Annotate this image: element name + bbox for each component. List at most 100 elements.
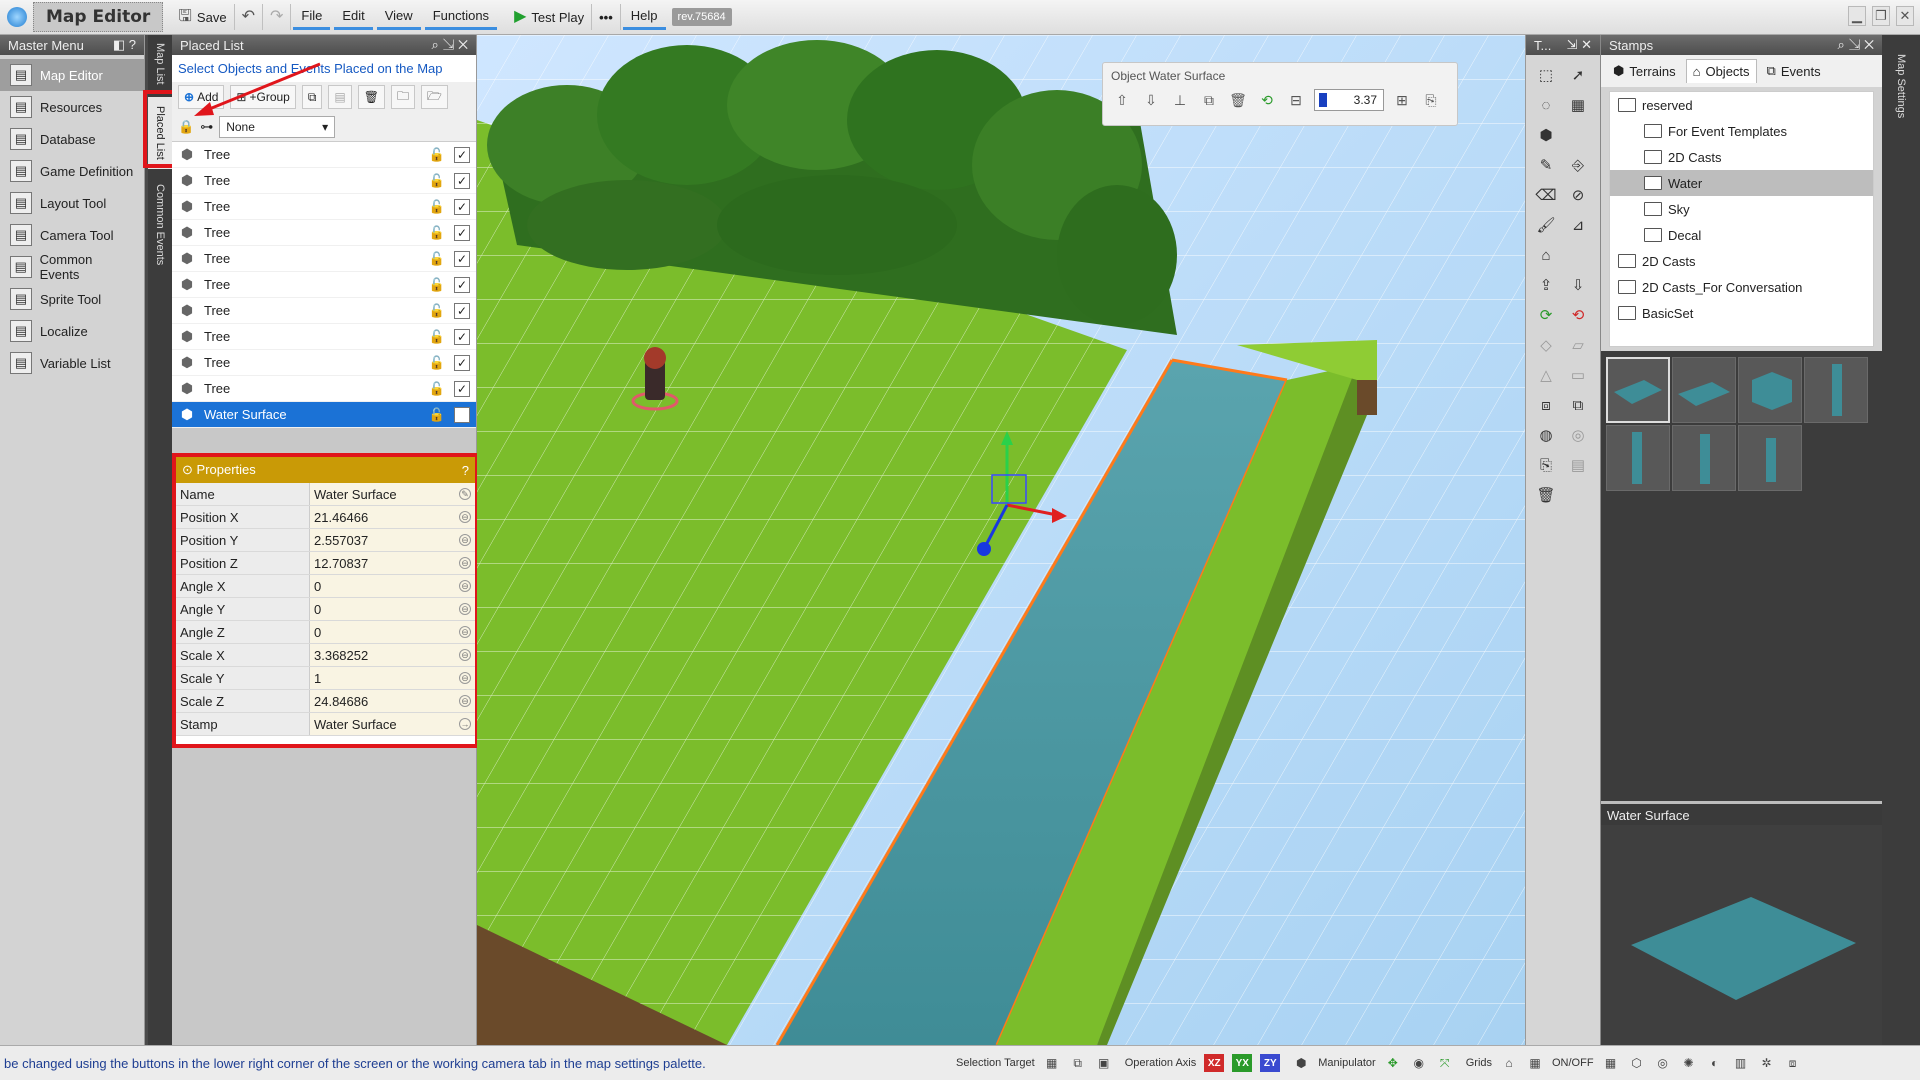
copy-icon[interactable]: ⎘ xyxy=(1532,451,1560,479)
tab-terrains[interactable]: ⬢ Terrains xyxy=(1607,59,1682,83)
stamp-thumb[interactable] xyxy=(1738,357,1802,423)
redo-button[interactable]: ↷ xyxy=(263,4,292,30)
grid-toggle-icon[interactable]: ▦ xyxy=(1602,1054,1620,1072)
master-menu-item[interactable]: ▤ Resources xyxy=(0,91,144,123)
eraser-icon[interactable]: ⌫ xyxy=(1532,181,1560,209)
stamp-thumb[interactable] xyxy=(1738,425,1802,491)
paste-button[interactable]: ▤ xyxy=(328,85,352,109)
lower-icon[interactable]: ⇩ xyxy=(1564,271,1592,299)
placed-list-item[interactable]: ⬢ Tree 🔓 ✓ xyxy=(172,168,476,194)
folder-button[interactable]: 🗀 xyxy=(391,85,416,109)
minus-icon[interactable]: ⊟ xyxy=(1285,89,1307,111)
more-button[interactable]: ••• xyxy=(592,4,621,30)
stamp-thumb[interactable] xyxy=(1804,357,1868,423)
visibility-checkbox[interactable]: ✓ xyxy=(454,328,470,345)
map-viewport[interactable] xyxy=(477,35,1525,1045)
lock-icon[interactable]: 🔓 xyxy=(426,225,448,241)
layer-icon[interactable]: ▱ xyxy=(1564,331,1592,359)
help-icon[interactable]: ? xyxy=(462,463,469,478)
paste-icon[interactable]: ▤ xyxy=(1564,451,1592,479)
grid-icon[interactable]: ▦ xyxy=(1526,1054,1544,1072)
edit-icon[interactable]: ✎ xyxy=(459,488,471,500)
lock-icon[interactable]: 🔓 xyxy=(426,199,448,215)
trash-icon[interactable]: 🗑 xyxy=(1532,481,1560,509)
lock-icon[interactable]: 🔒 xyxy=(178,119,194,135)
box-icon[interactable]: ▭ xyxy=(1564,361,1592,389)
stamp-folder[interactable]: Decal xyxy=(1610,222,1873,248)
grid-snap-icon[interactable]: ⌂ xyxy=(1500,1054,1518,1072)
maximize-icon[interactable]: ❐ xyxy=(1872,6,1890,26)
panel-controls-icon[interactable]: ⌕ ⇲ ✕ xyxy=(1838,37,1874,53)
object-select-icon[interactable]: ⧉ xyxy=(1069,1054,1087,1072)
visibility-checkbox[interactable]: ✓ xyxy=(454,198,470,215)
stamp-folder[interactable]: 2D Casts xyxy=(1610,248,1873,274)
menu-view[interactable]: View xyxy=(376,4,421,30)
stamp-icon[interactable]: ⎆ xyxy=(1564,151,1592,179)
property-value[interactable]: Water Surface ✎ xyxy=(310,483,475,505)
visibility-checkbox[interactable]: ✓ xyxy=(454,406,470,423)
lock-icon[interactable]: 🔓 xyxy=(426,407,448,423)
move-gizmo-icon[interactable]: ✥ xyxy=(1384,1054,1402,1072)
placed-list-item[interactable]: ⬢ Tree 🔓 ✓ xyxy=(172,376,476,402)
stamp-thumb[interactable] xyxy=(1606,357,1670,423)
tab-objects[interactable]: ⌂ Objects xyxy=(1685,59,1757,83)
stamp-folder[interactable]: BasicSet xyxy=(1610,300,1873,326)
reset-icon[interactable]: ⊖ xyxy=(459,603,471,615)
delete-button[interactable]: 🗑 xyxy=(357,85,385,109)
reset-icon[interactable]: ⎘ xyxy=(1420,89,1442,111)
raise-icon[interactable]: ⇧ xyxy=(1111,89,1133,111)
placed-list-item[interactable]: ⬢ Tree 🔓 ✓ xyxy=(172,220,476,246)
duplicate-icon[interactable]: ⧉ xyxy=(1198,89,1220,111)
axis-yx-button[interactable]: YX xyxy=(1232,1054,1253,1072)
house-icon[interactable]: ⌂ xyxy=(1532,241,1560,269)
pen-icon[interactable]: ✎ xyxy=(1532,151,1560,179)
stamp-folder[interactable]: 2D Casts xyxy=(1610,144,1873,170)
placed-list-item[interactable]: ⬢ Tree 🔓 ✓ xyxy=(172,324,476,350)
plus-icon[interactable]: ⊞ xyxy=(1391,89,1413,111)
property-value[interactable]: 0 ⊖ xyxy=(310,575,475,597)
lock-icon[interactable]: 🔓 xyxy=(426,303,448,319)
grid-select-icon[interactable]: ▦ xyxy=(1043,1054,1061,1072)
placed-list-item[interactable]: ⬢ Tree 🔓 ✓ xyxy=(172,142,476,168)
menu-edit[interactable]: Edit xyxy=(334,4,373,30)
placed-list-item[interactable]: ⬢ Tree 🔓 ✓ xyxy=(172,350,476,376)
stamp-folder[interactable]: 2D Casts_For Conversation xyxy=(1610,274,1873,300)
menu-functions[interactable]: Functions xyxy=(424,4,498,30)
lock-icon[interactable]: 🔓 xyxy=(426,381,448,397)
select-rect-icon[interactable]: ⬚ xyxy=(1532,61,1560,89)
master-menu-item[interactable]: ▤ Localize xyxy=(0,315,144,347)
raise-icon[interactable]: ⇪ xyxy=(1532,271,1560,299)
shape-icon[interactable]: ◇ xyxy=(1532,331,1560,359)
arrow-right-icon[interactable]: → xyxy=(459,718,471,730)
menu-file[interactable]: File xyxy=(293,4,331,30)
effects-icon[interactable]: ✲ xyxy=(1758,1054,1776,1072)
save-button[interactable]: 🖫 Save xyxy=(171,4,235,30)
visibility-checkbox[interactable]: ✓ xyxy=(454,250,470,267)
grid-tool-icon[interactable]: ▦ xyxy=(1564,91,1592,119)
view-icon[interactable]: ⬡ xyxy=(1628,1054,1646,1072)
axis-xz-button[interactable]: XZ xyxy=(1204,1054,1225,1072)
lock-icon[interactable]: 🔓 xyxy=(426,355,448,371)
stamp-folder[interactable]: Water xyxy=(1610,170,1873,196)
property-value[interactable]: 24.84686 ⊖ xyxy=(310,690,475,712)
target-icon[interactable]: ◎ xyxy=(1564,421,1592,449)
split-icon[interactable]: ⧉ xyxy=(1564,391,1592,419)
stamp-folder[interactable]: For Event Templates xyxy=(1610,118,1873,144)
property-value[interactable]: 0 ⊖ xyxy=(310,621,475,643)
property-value[interactable]: 2.557037 ⊖ xyxy=(310,529,475,551)
placed-list-item[interactable]: ⬢ Tree 🔓 ✓ xyxy=(172,272,476,298)
lasso-icon[interactable]: ◌ xyxy=(1532,91,1560,119)
brush-icon[interactable]: 🖌 xyxy=(1532,211,1560,239)
master-menu-item[interactable]: ▤ Variable List xyxy=(0,347,144,379)
minimize-icon[interactable]: ▁ xyxy=(1848,6,1866,26)
cube-tool-icon[interactable]: ⬢ xyxy=(1532,121,1560,149)
axis-zy-button[interactable]: ZY xyxy=(1260,1054,1281,1072)
stamp-thumb[interactable] xyxy=(1672,425,1736,491)
reset-icon[interactable]: ⊖ xyxy=(459,649,471,661)
open-folder-button[interactable]: 🗁 xyxy=(421,85,448,109)
placed-list-item[interactable]: ⬢ Tree 🔓 ✓ xyxy=(172,246,476,272)
tab-common-events[interactable]: Common Events xyxy=(148,175,172,275)
property-value[interactable]: 21.46466 ⊖ xyxy=(310,506,475,528)
visibility-checkbox[interactable]: ✓ xyxy=(454,172,470,189)
undo-button[interactable]: ↶ xyxy=(235,4,263,30)
